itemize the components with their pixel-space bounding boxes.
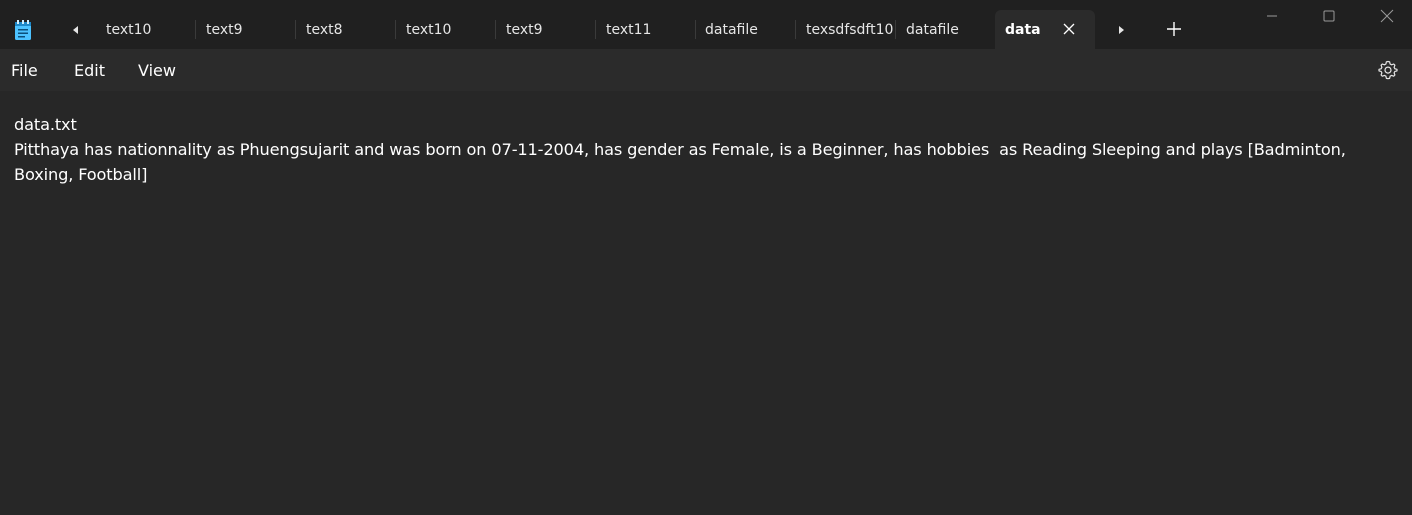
tab-datafile[interactable]: datafile <box>695 10 796 49</box>
tab-text10[interactable]: text10 <box>96 10 196 49</box>
tab-data-active[interactable]: data <box>995 10 1095 49</box>
tab-label: data <box>1005 21 1041 38</box>
menu-edit[interactable]: Edit <box>74 49 105 91</box>
tab-text8[interactable]: text8 <box>296 10 396 49</box>
close-window-icon[interactable] <box>1358 0 1412 32</box>
menu-view[interactable]: View <box>138 49 176 91</box>
plus-icon[interactable] <box>1163 18 1185 40</box>
notepad-icon <box>14 19 32 41</box>
tab-label: texsdfsdft10 <box>806 21 894 38</box>
caret-right-icon[interactable] <box>1111 20 1131 40</box>
maximize-icon[interactable] <box>1300 0 1358 32</box>
tab-text9[interactable]: text9 <box>196 10 296 49</box>
tab-text9[interactable]: text9 <box>496 10 596 49</box>
minimize-icon[interactable] <box>1243 0 1301 32</box>
caret-left-icon[interactable] <box>66 20 86 40</box>
tab-texsdfsdft10[interactable]: texsdfsdft10 <box>796 10 896 49</box>
menu-bar: File Edit View <box>0 49 1412 91</box>
gear-icon[interactable] <box>1377 59 1399 81</box>
tab-label: text9 <box>506 21 543 38</box>
tab-text10[interactable]: text10 <box>396 10 496 49</box>
tab-label: text9 <box>206 21 243 38</box>
tab-label: text10 <box>406 21 452 38</box>
tab-label: datafile <box>906 21 959 38</box>
close-icon[interactable] <box>1061 21 1077 37</box>
menu-file[interactable]: File <box>11 49 38 91</box>
tab-label: text11 <box>606 21 652 38</box>
tab-text11[interactable]: text11 <box>596 10 696 49</box>
tab-label: text8 <box>306 21 343 38</box>
tab-label: text10 <box>106 21 152 38</box>
text-editor[interactable]: data.txt Pitthaya has nationnality as Ph… <box>0 91 1412 515</box>
editor-content[interactable]: data.txt Pitthaya has nationnality as Ph… <box>14 112 1399 187</box>
tab-label: datafile <box>705 21 758 38</box>
tab-datafile[interactable]: datafile <box>896 10 996 49</box>
title-bar: text10 text9 text8 text10 text9 text11 d… <box>0 0 1412 49</box>
